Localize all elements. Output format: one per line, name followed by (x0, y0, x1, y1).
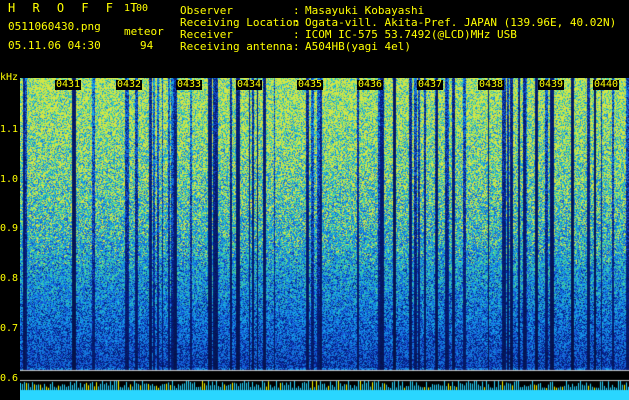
meteor-count: 94 (140, 39, 154, 52)
y-tick-label: 0.7 (0, 323, 19, 334)
date-time: 05.11.06 04:30 (8, 39, 101, 52)
x-tick-label: 0433 (176, 79, 203, 90)
y-tick-label: 0.8 (0, 273, 19, 284)
x-tick-label: 0432 (116, 79, 143, 90)
app-title: H R O F F T (8, 1, 143, 15)
x-tick-label: 0440 (593, 79, 620, 90)
y-tick-label: 0.9 (0, 223, 19, 234)
x-tick-label: 0438 (478, 79, 505, 90)
antenna-value: A504HB(yagi 4el) (305, 40, 411, 53)
x-tick-label: 0434 (236, 79, 263, 90)
file-name: 0511060430.png (8, 20, 101, 33)
x-tick-label: 0435 (297, 79, 324, 90)
x-tick-label: 0436 (357, 79, 384, 90)
x-tick-label: 0439 (538, 79, 565, 90)
spectrogram-plot (20, 78, 629, 400)
x-tick-label: 0437 (417, 79, 444, 90)
colon: : (293, 40, 300, 53)
x-tick-label: 0431 (55, 79, 82, 90)
antenna-label: Receiving antenna (180, 40, 293, 53)
y-tick-label: 1.1 (0, 124, 19, 135)
y-tick-label: 0.6 (0, 373, 19, 384)
meteor-label: meteor (124, 25, 164, 38)
app-version: 1.00 (124, 3, 149, 14)
y-tick-label: 1.0 (0, 174, 19, 185)
y-axis-unit: kHz (0, 72, 19, 83)
